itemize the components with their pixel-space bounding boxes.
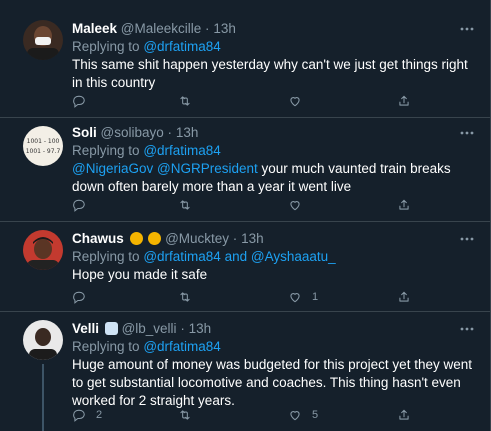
retweet-icon [178,290,192,304]
separator-dot: · [232,231,238,246]
thread-connector-line [42,364,44,431]
replying-to: Replying to @drfatima84 [72,38,470,56]
replying-to-link[interactable]: @Ayshaaatu_ [251,249,336,264]
user-handle[interactable]: @Maleekcille [121,21,201,36]
tweet-soli[interactable]: 1001 - 100 1001 - 97.7 Soli @solibayo · … [0,118,490,222]
reply-button[interactable] [72,288,96,306]
replying-to-label: Replying to [72,249,140,264]
share-button[interactable] [397,406,411,424]
like-icon [288,198,302,212]
timeline: Maleek @Maleekcille · 13h Replying to @d… [0,0,491,431]
more-icon[interactable] [458,230,476,248]
reply-button[interactable]: 2 [72,406,102,424]
replying-to-link[interactable]: @drfatima84 [143,339,221,354]
tweet-text: @NigeriaGov @NGRPresident your much vaun… [72,160,472,196]
more-icon[interactable] [458,124,476,142]
display-name[interactable]: Velli [72,321,99,336]
dash-emoji-icon [104,322,118,335]
mention-link[interactable]: @NGRPresident [157,161,258,176]
radioactive-emoji-icon [148,232,162,245]
user-handle[interactable]: @solibayo [101,125,164,140]
reply-icon [72,94,86,108]
replying-to-label: Replying to [72,339,140,354]
more-icon[interactable] [458,320,476,338]
user-handle[interactable]: @Mucktey [165,231,229,246]
replying-to-link[interactable]: @drfatima84 [143,249,221,264]
separator-dot: · [180,321,185,336]
reply-icon [72,290,86,304]
avatar[interactable] [23,320,63,360]
display-name[interactable]: Chawus [72,231,124,246]
tweet-header: Soli @solibayo · 13h [72,124,460,142]
display-name[interactable]: Soli [72,125,97,140]
tweet-text: Huge amount of money was budgeted for th… [72,357,472,408]
retweet-button[interactable] [178,288,192,306]
tweet-maleek[interactable]: Maleek @Maleekcille · 13h Replying to @d… [0,0,490,118]
like-icon [288,290,302,304]
share-icon [397,94,411,108]
more-icon[interactable] [458,20,476,38]
replying-to-link[interactable]: @drfatima84 [143,143,221,158]
like-button[interactable] [288,196,312,214]
share-button[interactable] [397,196,411,214]
reply-icon [72,408,86,422]
like-icon [288,408,302,422]
timestamp[interactable]: 13h [176,125,199,140]
separator-dot: · [167,125,173,140]
reply-button[interactable] [72,196,96,214]
tweet-text: Hope you made it safe [72,267,208,282]
retweet-icon [178,198,192,212]
avatar-text-line-1: 1001 - 100 [27,138,60,145]
retweet-button[interactable] [178,196,192,214]
tweet-actions [72,92,417,110]
retweet-icon [178,408,192,422]
tweet-text: This same shit happen yesterday why can'… [72,57,468,90]
retweet-button[interactable] [178,92,192,110]
replying-to-label: Replying to [72,143,140,158]
avatar[interactable] [23,20,63,60]
avatar-text-line-2: 1001 - 97.7 [26,148,61,155]
like-button[interactable]: 5 [288,406,318,424]
like-icon [288,94,302,108]
tweet-actions: 2 5 [72,406,417,424]
tweet-actions: 1 [72,288,417,306]
radioactive-emoji-icon [129,232,143,245]
timestamp[interactable]: 13h [189,321,212,336]
tweet-velli[interactable]: Velli @lb_velli · 13h Replying to @drfat… [0,312,490,431]
tweet-header: Velli @lb_velli · 13h [72,320,460,338]
mention-link[interactable]: @NigeriaGov [72,161,153,176]
retweet-button[interactable] [178,406,192,424]
user-handle[interactable]: @lb_velli [122,321,177,336]
like-count: 5 [312,409,319,421]
replying-to-label: Replying to [72,39,140,54]
replying-to: Replying to @drfatima84 [72,338,470,356]
share-button[interactable] [397,288,411,306]
avatar[interactable] [23,230,63,270]
share-icon [397,290,411,304]
replying-to: Replying to @drfatima84 and @Ayshaaatu_ [72,248,470,266]
replying-to: Replying to @drfatima84 [72,142,470,160]
tweet-actions [72,196,417,214]
reply-button[interactable] [72,92,96,110]
replying-to-link[interactable]: @drfatima84 [143,39,221,54]
like-button[interactable]: 1 [288,288,318,306]
display-name[interactable]: Maleek [72,21,117,36]
timestamp[interactable]: 13h [241,231,264,246]
tweet-header: Maleek @Maleekcille · 13h [72,20,460,38]
tweet-header: Chawus @Mucktey · 13h [72,230,460,248]
reply-icon [72,198,86,212]
like-count: 1 [312,291,319,303]
share-button[interactable] [397,92,411,110]
avatar[interactable]: 1001 - 100 1001 - 97.7 [23,126,63,166]
replying-to-join: and [224,249,248,264]
share-icon [397,408,411,422]
tweet-chawus[interactable]: Chawus @Mucktey · 13h Replying to @drfat… [0,222,490,312]
timestamp[interactable]: 13h [213,21,236,36]
reply-count: 2 [96,409,103,421]
share-icon [397,198,411,212]
like-button[interactable] [288,92,312,110]
retweet-icon [178,94,192,108]
separator-dot: · [205,21,210,36]
